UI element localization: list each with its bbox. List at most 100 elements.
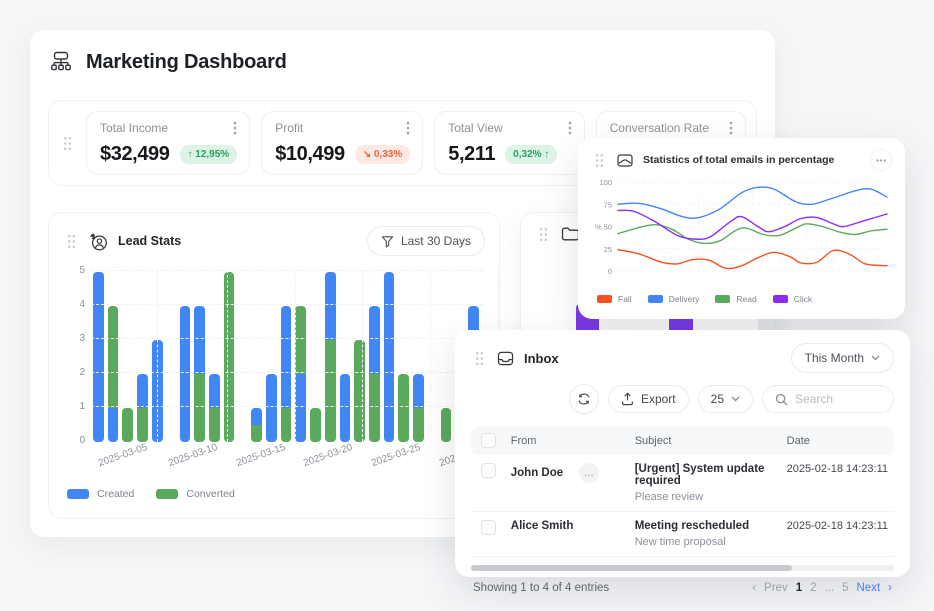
bar-segment-converted [137,408,148,442]
stacked-bar[interactable] [325,272,336,442]
legend-label: Created [97,488,134,500]
kebab-menu-icon[interactable] [568,121,572,135]
last-30-days-filter-button[interactable]: Last 30 Days [367,226,485,256]
stacked-bar[interactable] [224,272,235,442]
x-axis-tick: 2025-03-05 [97,442,149,469]
stacked-bar[interactable] [310,408,321,442]
gridline [295,270,296,442]
page-ellipsis: ... [825,582,835,594]
page-button-1[interactable]: 1 [796,582,802,594]
stacked-bar[interactable] [295,306,306,442]
stacked-bar[interactable] [137,374,148,442]
kpi-card-profit: Profit $10,499 ↘ 0,33% [261,111,423,175]
page-button-5[interactable]: 5 [842,582,848,594]
table-row[interactable]: Alice Smith Meeting rescheduled New time… [471,512,894,557]
gridline [157,270,158,442]
drag-handle-icon[interactable] [59,136,75,151]
email-stats-title: Statistics of total emails in percentage [643,154,834,166]
bar-segment-converted [281,408,292,442]
legend-swatch [67,489,89,499]
scrollbar-thumb[interactable] [471,565,792,571]
svg-text:100: 100 [599,178,612,187]
drag-handle-icon[interactable] [535,227,551,242]
stacked-bar[interactable] [122,408,133,442]
stacked-bar[interactable] [251,408,262,442]
stacked-bar[interactable] [209,374,220,442]
stacked-bar[interactable] [180,306,191,442]
search-input[interactable]: Search [762,385,894,413]
bar-segment-converted [413,408,424,442]
y-axis-tick: 4 [69,299,85,310]
stacked-bar[interactable] [266,374,277,442]
column-header-date[interactable]: Date [781,426,894,455]
sender-name: Alice Smith [511,520,574,532]
next-arrow[interactable]: › [888,582,892,594]
row-checkbox[interactable] [481,520,496,535]
legend-swatch [648,295,663,303]
row-more-button[interactable]: ... [579,463,599,483]
table-header-row: From Subject Date [471,426,894,455]
x-axis-tick: 2025-03-10 [167,442,219,469]
kebab-menu-icon[interactable] [406,121,410,135]
select-all-checkbox[interactable] [481,433,496,448]
drag-handle-icon[interactable] [63,234,79,249]
kpi-trend-badge: ↑ 12,95% [180,145,238,164]
svg-text:75: 75 [604,200,612,209]
stacked-bar[interactable] [369,306,380,442]
stacked-bar[interactable] [93,272,104,442]
column-header-subject[interactable]: Subject [629,426,781,455]
period-select[interactable]: This Month [791,343,894,373]
kpi-label: Conversation Rate [610,121,709,135]
stacked-bar[interactable] [281,306,292,442]
bar-segment-converted [398,374,409,442]
more-options-button[interactable] [870,149,892,171]
pagination: ‹ Prev 1 2 ... 5 Next › [752,582,892,594]
stacked-bar[interactable] [398,374,409,442]
legend-swatch [715,295,730,303]
stacked-bar[interactable] [384,272,395,442]
stacked-bar[interactable] [354,340,365,442]
horizontal-scrollbar[interactable] [471,565,894,571]
sitemap-icon [48,50,74,74]
stacked-bar[interactable] [108,306,119,442]
lead-chart-legend: CreatedConverted [67,488,485,500]
drag-handle-icon[interactable] [591,153,607,168]
lead-bar-chart: 543210 [91,270,483,442]
bar-segment-converted [108,306,119,408]
inbox-card: Inbox This Month Export 25 [455,330,910,577]
refresh-button[interactable] [569,384,599,414]
email-subject: [Urgent] System update required [635,463,775,487]
row-checkbox[interactable] [481,463,496,478]
bar-segment-converted [122,408,133,442]
prev-arrow[interactable]: ‹ [752,582,756,594]
stacked-bar[interactable] [340,374,351,442]
sender-name: John Doe [511,467,563,479]
export-button[interactable]: Export [608,385,689,413]
page-button-2[interactable]: 2 [810,582,816,594]
prev-button[interactable]: Prev [764,582,788,594]
bar-segment-converted [369,374,380,442]
search-icon [775,393,788,406]
legend-item-created: Created [67,488,134,500]
stacked-bar[interactable] [194,306,205,442]
kebab-menu-icon[interactable] [729,121,733,135]
table-row[interactable]: John Doe ... [Urgent] System update requ… [471,455,894,512]
email-preview: Please review [635,491,775,503]
stacked-bar[interactable] [441,408,452,442]
svg-text:50: 50 [604,223,612,232]
bar-segment-created [295,374,306,442]
bar-segment-created [369,306,380,374]
bar-segment-converted [354,340,365,442]
stacked-bar[interactable] [413,374,424,442]
inbox-icon [497,351,514,366]
page-size-select[interactable]: 25 [698,385,753,413]
legend-label: Delivery [669,294,700,304]
search-placeholder: Search [795,392,833,406]
kebab-menu-icon[interactable] [233,121,237,135]
kpi-label: Total View [448,121,502,135]
lead-stats-card: $ Lead Stats Last 30 Days 543210 2025-03… [48,212,500,519]
column-header-from[interactable]: From [505,426,629,455]
inbox-toolbar: Export 25 Search [471,384,894,414]
drag-handle-icon[interactable] [471,351,487,366]
next-button[interactable]: Next [857,582,881,594]
